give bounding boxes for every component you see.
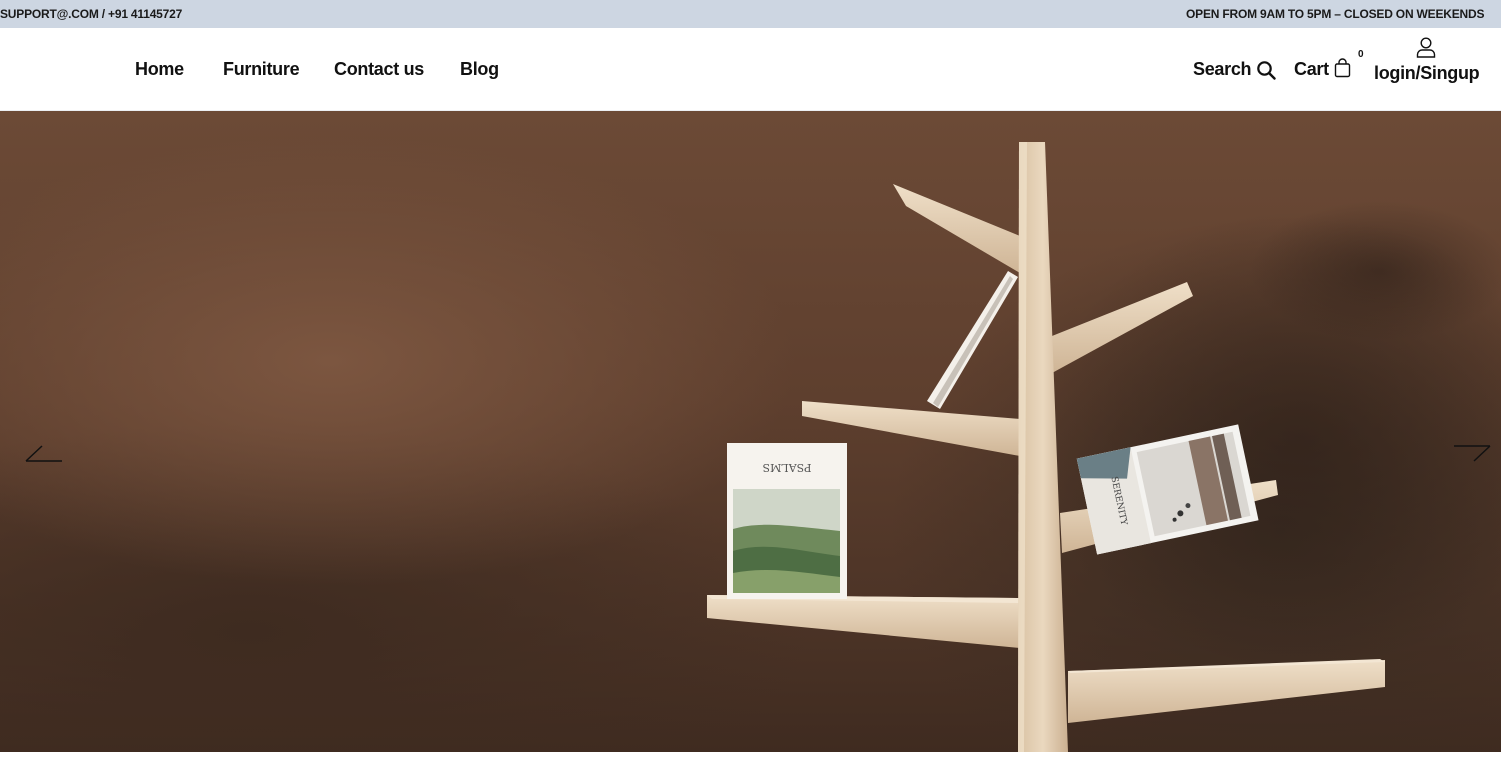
main-header: Home Furniture Contact us Blog Search Ca… <box>0 28 1501 111</box>
book-psalms: PSALMS <box>727 443 847 599</box>
nav-home[interactable]: Home <box>135 59 184 80</box>
hero-image-tree-bookshelf: PSALMS SERENITY <box>707 142 1501 752</box>
top-info-bar: SUPPORT@.COM / +91 41145727 OPEN FROM 9A… <box>0 0 1501 28</box>
page-content-start <box>0 752 1501 781</box>
arrow-right-icon[interactable] <box>1450 442 1492 466</box>
arrow-left-icon[interactable] <box>24 442 64 466</box>
nav-furniture[interactable]: Furniture <box>223 59 300 80</box>
cart-count-badge: 0 <box>1358 49 1364 60</box>
nav-blog[interactable]: Blog <box>460 59 499 80</box>
opening-hours: OPEN FROM 9AM TO 5PM – CLOSED ON WEEKEND… <box>1186 7 1485 21</box>
hero-banner: PSALMS SERENITY <box>0 111 1501 752</box>
search-button[interactable]: Search <box>1193 59 1252 80</box>
user-icon[interactable] <box>1415 36 1437 58</box>
login-signup-link[interactable]: login/Singup <box>1374 63 1480 84</box>
search-icon[interactable] <box>1256 60 1276 80</box>
shopping-bag-icon[interactable] <box>1334 58 1351 78</box>
svg-text:PSALMS: PSALMS <box>763 461 812 474</box>
nav-contact-us[interactable]: Contact us <box>334 59 424 80</box>
cart-button[interactable]: Cart <box>1294 59 1329 80</box>
contact-info: SUPPORT@.COM / +91 41145727 <box>0 7 183 21</box>
